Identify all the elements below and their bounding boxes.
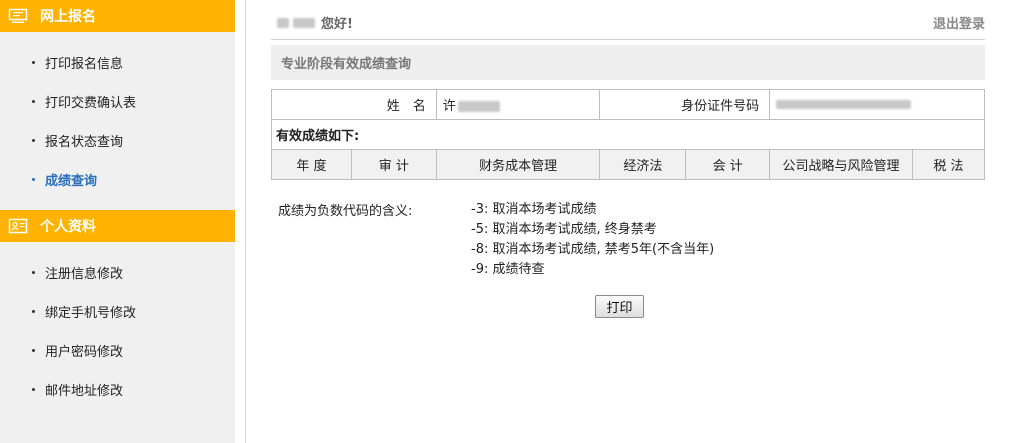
menu-item-edit-registration[interactable]: 注册信息修改 xyxy=(0,253,235,292)
section-header-online-registration: 网上报名 xyxy=(0,0,235,32)
menu-item-label: 打印报名信息 xyxy=(45,57,124,72)
menu-item-score-query[interactable]: 成绩查询 xyxy=(0,160,235,199)
menu-item-label: 邮件地址修改 xyxy=(45,384,124,399)
table-header-row: 年 度 审 计 财务成本管理 经济法 会 计 公司战略与风险管理 税 法 xyxy=(271,149,985,180)
bullet xyxy=(32,310,35,313)
name-value-cell: 许 xyxy=(435,89,601,120)
sidebar: 网上报名 打印报名信息 打印交费确认表 报名状态查询 成绩查询 个人资料 注册信… xyxy=(0,0,235,443)
legend-label: 成绩为负数代码的含义: xyxy=(278,204,413,219)
column-header: 经济法 xyxy=(599,149,687,180)
menu-item-edit-phone[interactable]: 绑定手机号修改 xyxy=(0,292,235,331)
redacted-name xyxy=(293,17,315,28)
code-item: -9: 成绩待查 xyxy=(471,262,545,277)
code-item: -5: 取消本场考试成绩, 终身禁考 xyxy=(471,222,657,237)
divider xyxy=(245,0,246,443)
bullet xyxy=(32,271,35,274)
bullet xyxy=(32,178,35,181)
menu-item-edit-email[interactable]: 邮件地址修改 xyxy=(0,370,235,409)
greeting: 您好! xyxy=(271,13,353,32)
menu-item-print-fee-confirmation[interactable]: 打印交费确认表 xyxy=(0,82,235,121)
menu-item-print-registration[interactable]: 打印报名信息 xyxy=(0,43,235,82)
column-header: 会 计 xyxy=(685,149,771,180)
info-row: 姓 名 许 身份证件号码 xyxy=(271,89,985,120)
code-item: -3: 取消本场考试成绩 xyxy=(471,202,597,217)
id-value-cell xyxy=(769,89,985,120)
code-list: -3: 取消本场考试成绩 -5: 取消本场考试成绩, 终身禁考 -8: 取消本场… xyxy=(471,200,714,280)
column-header: 年 度 xyxy=(271,149,352,180)
menu-item-label: 打印交费确认表 xyxy=(45,96,137,111)
logout-link[interactable]: 退出登录 xyxy=(933,13,985,32)
column-header: 公司战略与风险管理 xyxy=(769,149,913,180)
menu-item-label: 用户密码修改 xyxy=(45,345,124,360)
name-label: 姓 名 xyxy=(271,89,437,120)
menu-item-label: 绑定手机号修改 xyxy=(45,306,137,321)
menu-online-registration: 打印报名信息 打印交费确认表 报名状态查询 成绩查询 xyxy=(0,32,235,210)
menu-item-registration-status[interactable]: 报名状态查询 xyxy=(0,121,235,160)
scores-caption: 有效成绩如下: xyxy=(271,119,985,150)
bullet xyxy=(32,100,35,103)
code-item: -8: 取消本场考试成绩, 禁考5年(不含当年) xyxy=(471,242,715,257)
top-bar: 您好! 退出登录 xyxy=(271,6,985,40)
name-value: 许 xyxy=(442,99,456,114)
bullet xyxy=(32,61,35,64)
redacted-name xyxy=(277,17,289,28)
id-label: 身份证件号码 xyxy=(599,89,771,120)
redacted-name xyxy=(457,101,500,112)
bullet xyxy=(32,139,35,142)
page-title: 专业阶段有效成绩查询 xyxy=(271,45,985,80)
column-header: 税 法 xyxy=(912,149,985,180)
bullet xyxy=(32,388,35,391)
bullet xyxy=(32,349,35,352)
menu-item-label: 成绩查询 xyxy=(45,174,98,189)
menu-item-label: 报名状态查询 xyxy=(45,135,124,150)
menu-item-label: 注册信息修改 xyxy=(45,267,124,282)
caption-row: 有效成绩如下: xyxy=(271,119,985,150)
column-header: 财务成本管理 xyxy=(435,149,601,180)
section-title: 网上报名 xyxy=(40,9,96,25)
section-header-personal-info: 个人资料 xyxy=(0,210,235,242)
menu-item-edit-password[interactable]: 用户密码修改 xyxy=(0,331,235,370)
greeting-text: 您好! xyxy=(321,17,353,32)
score-table: 姓 名 许 身份证件号码 有效成绩如下: 年 度 审 计 财务成本管理 经济法 … xyxy=(271,89,985,180)
id-card-icon xyxy=(8,218,28,234)
redacted-id-number xyxy=(776,100,912,109)
column-header: 审 计 xyxy=(350,149,437,180)
menu-personal-info: 注册信息修改 绑定手机号修改 用户密码修改 邮件地址修改 xyxy=(0,242,235,409)
section-title: 个人资料 xyxy=(40,219,96,235)
monitor-icon xyxy=(8,8,28,24)
print-button[interactable]: 打印 xyxy=(595,295,644,318)
